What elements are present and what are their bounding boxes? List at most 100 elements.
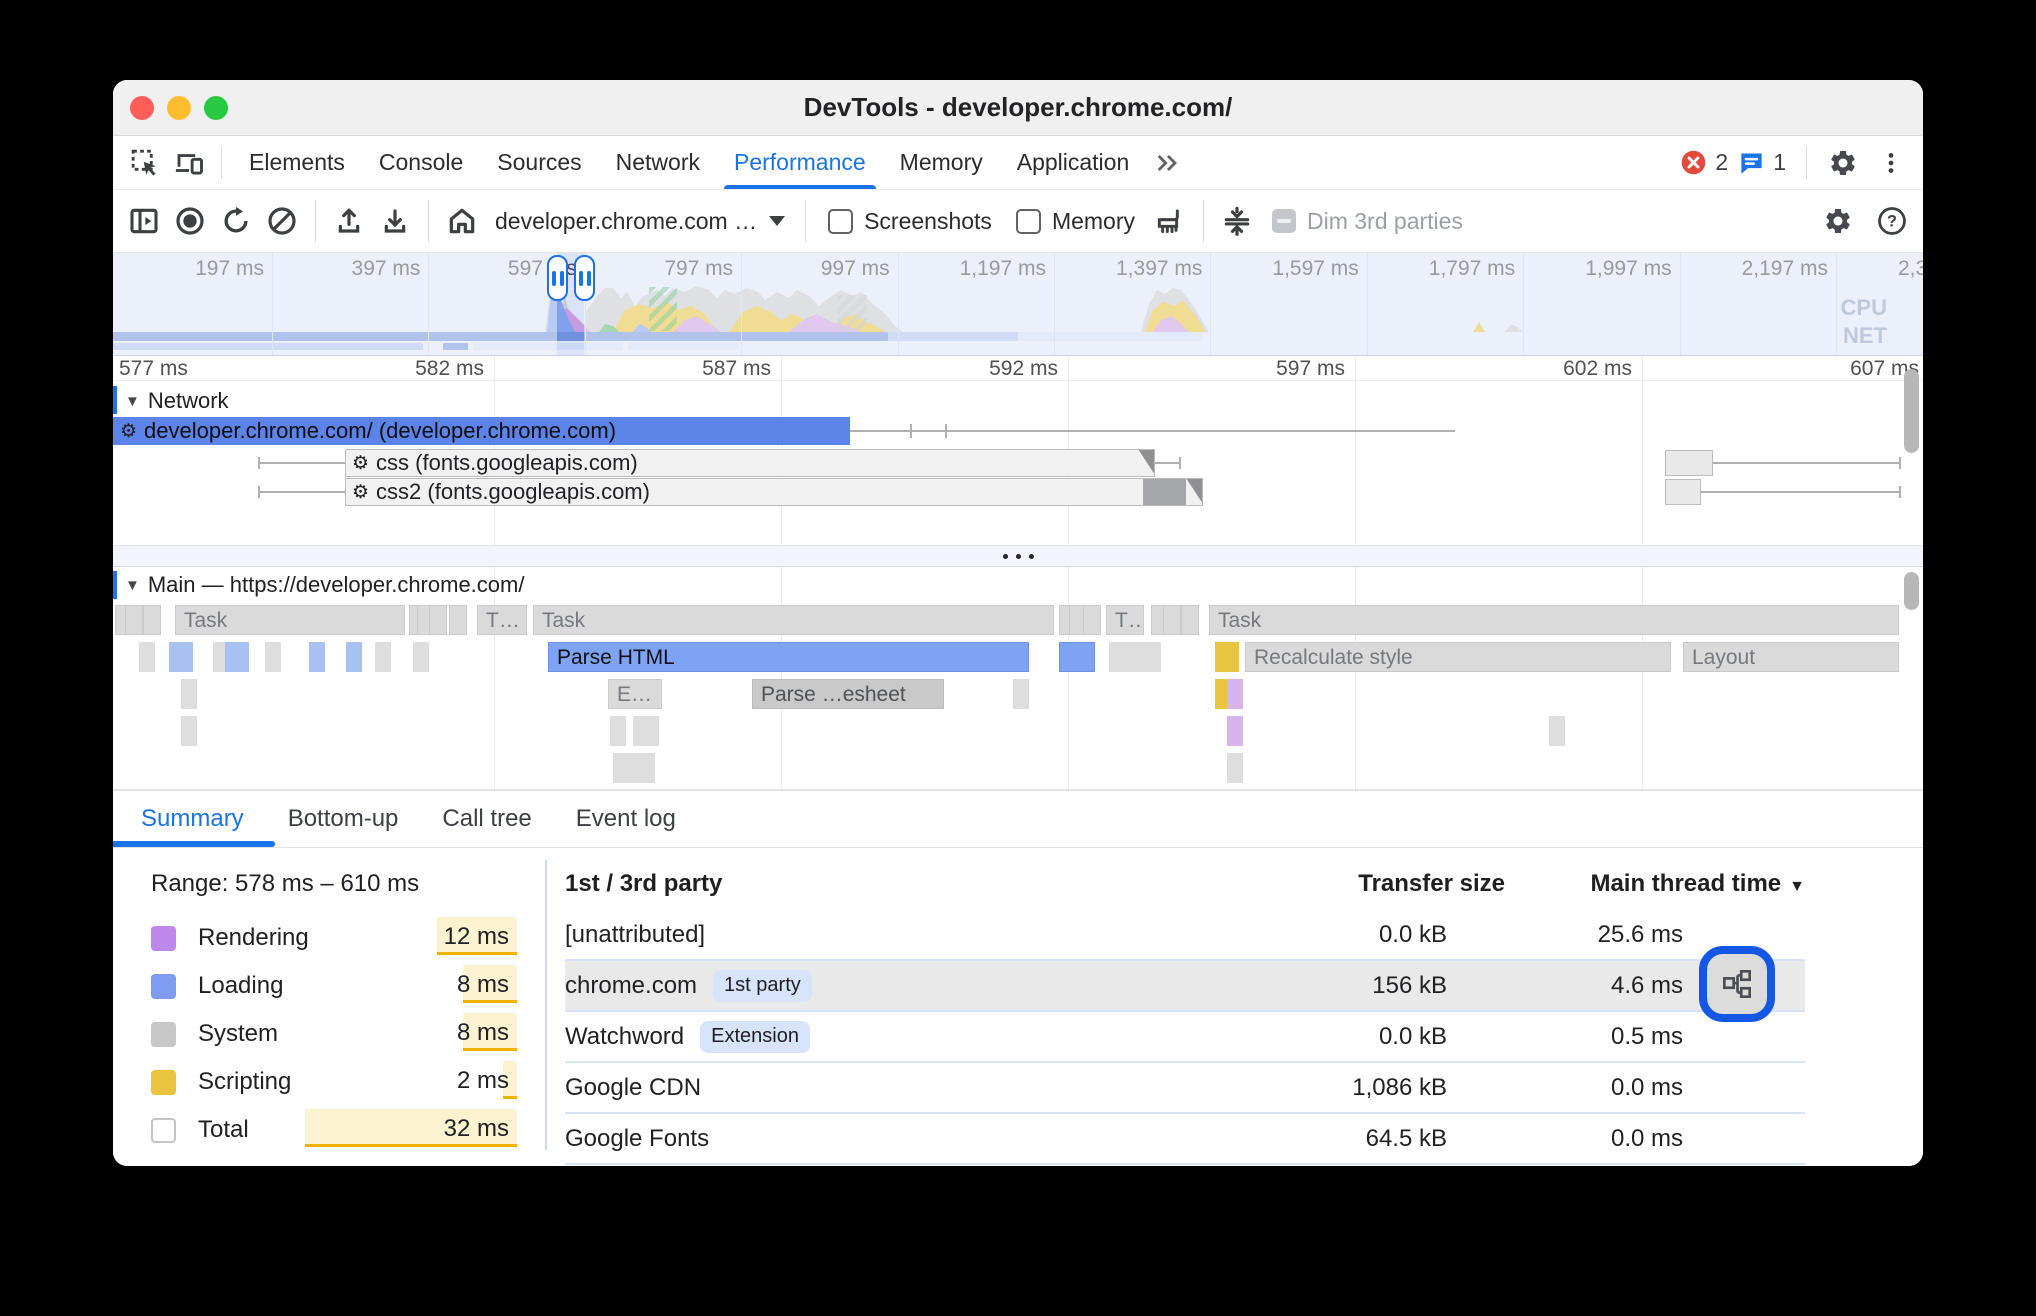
flame-event[interactable] (610, 716, 626, 746)
flame-event[interactable] (639, 753, 655, 783)
clear-icon[interactable] (259, 199, 305, 243)
table-row-google-fonts[interactable]: Google Fonts64.5 kB0.0 ms (565, 1114, 1805, 1165)
network-track[interactable]: ▼ Network ⚙developer.chrome.com/ (develo… (113, 381, 1923, 545)
record-icon[interactable] (167, 199, 213, 243)
flame-event[interactable] (449, 605, 467, 635)
flame-event[interactable] (143, 605, 161, 635)
flame-event-t[interactable]: T… (1106, 605, 1144, 635)
memory-checkbox-row[interactable]: Memory (1016, 208, 1135, 235)
table-row-google-cdn[interactable]: Google CDN1,086 kB0.0 ms (565, 1063, 1805, 1114)
range-handle-left[interactable] (547, 255, 568, 301)
collapse-triangle-icon[interactable]: ▼ (125, 577, 140, 594)
flame-event[interactable] (125, 605, 143, 635)
flame-event-recalculate-style[interactable]: Recalculate style (1245, 642, 1671, 672)
main-thread-track[interactable]: ▼ Main — https://developer.chrome.com/ T… (113, 567, 1923, 790)
flame-event[interactable] (1549, 716, 1565, 746)
network-scrollbar-thumb[interactable] (1904, 369, 1919, 453)
flame-event[interactable] (139, 642, 155, 672)
table-row-chrome-com[interactable]: chrome.com1st party156 kB4.6 ms (565, 961, 1805, 1012)
flame-event[interactable] (633, 716, 659, 746)
flame-event[interactable] (1145, 642, 1161, 672)
transfer-size-column-header[interactable]: Transfer size (1265, 870, 1505, 898)
flame-event[interactable] (181, 716, 197, 746)
zoom-window-button[interactable] (204, 96, 228, 120)
main-track-header[interactable]: ▼ Main — https://developer.chrome.com/ (125, 572, 524, 598)
tab-application[interactable]: Application (1000, 136, 1147, 189)
flame-event-parse-html[interactable]: Parse HTML (548, 642, 1029, 672)
flame-event-task[interactable]: Task (175, 605, 405, 635)
flame-event[interactable] (346, 642, 362, 672)
tab-performance[interactable]: Performance (717, 136, 883, 189)
table-row-unattributed[interactable]: [unattributed]0.0 kB25.6 ms (565, 910, 1805, 961)
home-icon[interactable] (439, 199, 485, 243)
flame-event[interactable] (1013, 679, 1029, 709)
flame-event[interactable] (1163, 605, 1181, 635)
settings-gear-icon[interactable] (1821, 143, 1865, 183)
network-request-bar[interactable] (1665, 450, 1713, 476)
details-tab-call-tree[interactable]: Call tree (420, 791, 553, 847)
tab-sources[interactable]: Sources (480, 136, 598, 189)
history-select[interactable]: developer.chrome.com … (485, 208, 795, 235)
collapse-expand-icon[interactable] (1214, 199, 1260, 243)
tab-elements[interactable]: Elements (232, 136, 362, 189)
party-column-header[interactable]: 1st / 3rd party (565, 870, 1265, 898)
help-icon[interactable]: ? (1869, 199, 1915, 243)
track-splitter-handle[interactable] (113, 545, 1923, 567)
show-in-flame-chart-button[interactable] (1699, 946, 1775, 1022)
tab-memory[interactable]: Memory (883, 136, 1000, 189)
issues-badge[interactable]: 1 (1738, 149, 1786, 176)
flame-event-t[interactable]: T… (477, 605, 527, 635)
flame-event[interactable] (233, 642, 249, 672)
flame-event[interactable] (177, 642, 193, 672)
flame-event[interactable] (1227, 753, 1243, 783)
flame-event[interactable] (309, 642, 325, 672)
reload-record-icon[interactable] (213, 199, 259, 243)
toggle-sidebar-icon[interactable] (121, 199, 167, 243)
screenshots-checkbox[interactable] (828, 209, 853, 234)
error-badge[interactable]: 2 (1680, 149, 1728, 176)
network-request-bar[interactable] (1665, 479, 1701, 505)
details-tab-bottom-up[interactable]: Bottom-up (266, 791, 421, 847)
performance-settings-gear-icon[interactable] (1815, 199, 1861, 243)
flame-event[interactable] (1215, 642, 1239, 672)
collect-garbage-icon[interactable] (1147, 199, 1193, 243)
tab-network[interactable]: Network (599, 136, 717, 189)
flame-event[interactable] (1059, 642, 1095, 672)
flame-event[interactable] (1181, 605, 1199, 635)
flame-event-layout[interactable]: Layout (1683, 642, 1899, 672)
more-tabs-icon[interactable] (1146, 143, 1190, 183)
flame-event-task[interactable]: Task (1209, 605, 1899, 635)
device-toolbar-icon[interactable] (167, 143, 211, 183)
flame-event[interactable] (1227, 679, 1243, 709)
flame-event[interactable] (265, 642, 281, 672)
network-request-bar[interactable]: ⚙developer.chrome.com/ (developer.chrome… (113, 417, 850, 445)
flame-event[interactable] (181, 679, 197, 709)
table-row-watchword[interactable]: WatchwordExtension0.0 kB0.5 ms (565, 1012, 1805, 1063)
upload-profile-icon[interactable] (326, 199, 372, 243)
close-window-button[interactable] (130, 96, 154, 120)
range-handle-right[interactable] (574, 255, 595, 301)
flame-event[interactable] (375, 642, 391, 672)
kebab-menu-icon[interactable] (1869, 143, 1913, 183)
flame-event[interactable] (429, 605, 447, 635)
flame-event-e[interactable]: E… (608, 679, 662, 709)
details-tab-summary[interactable]: Summary (119, 791, 266, 847)
main-scrollbar-thumb[interactable] (1904, 572, 1919, 610)
flame-event-parse-esheet[interactable]: Parse …esheet (752, 679, 944, 709)
tab-console[interactable]: Console (362, 136, 480, 189)
details-tab-event-log[interactable]: Event log (554, 791, 698, 847)
main-thread-time-column-header[interactable]: Main thread time▼ (1505, 870, 1805, 898)
network-track-header[interactable]: ▼ Network (125, 388, 229, 414)
collapse-triangle-icon[interactable]: ▼ (125, 393, 140, 410)
memory-checkbox[interactable] (1016, 209, 1041, 234)
flame-event-task[interactable]: Task (533, 605, 1054, 635)
timeline-overview[interactable]: CPU NET 197 ms397 ms597 ms797 ms997 ms1,… (113, 253, 1923, 356)
network-request-bar[interactable]: ⚙css (fonts.googleapis.com) (345, 449, 1155, 477)
flame-event[interactable] (1227, 716, 1243, 746)
minimize-window-button[interactable] (167, 96, 191, 120)
flame-event[interactable] (1083, 605, 1101, 635)
screenshots-checkbox-row[interactable]: Screenshots (828, 208, 992, 235)
download-profile-icon[interactable] (372, 199, 418, 243)
flame-event[interactable] (413, 642, 429, 672)
network-request-bar[interactable]: ⚙css2 (fonts.googleapis.com) (345, 478, 1203, 506)
